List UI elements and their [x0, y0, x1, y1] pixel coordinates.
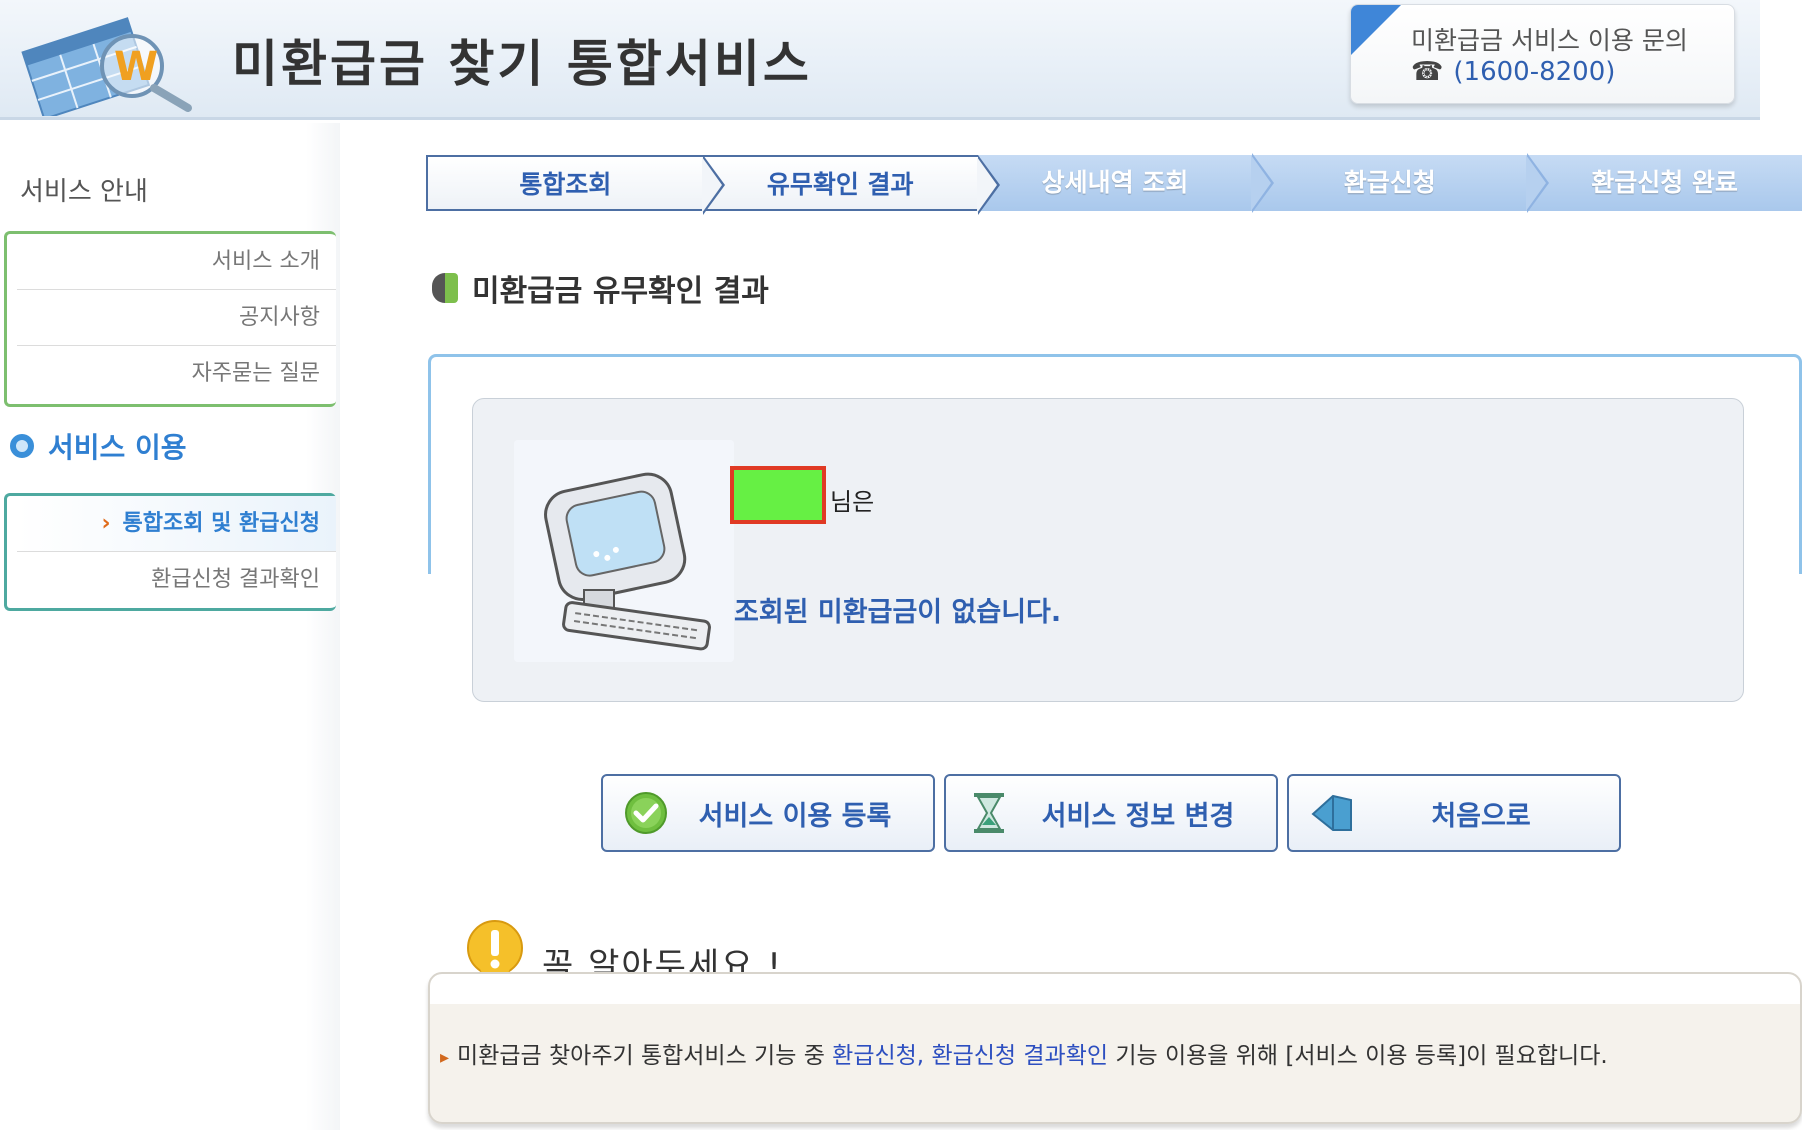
- check-circle-icon: [625, 792, 667, 834]
- step-label: 상세내역 조회: [1041, 168, 1189, 197]
- page-header: W 미환급금 찾기 통합서비스 미환급금 서비스 이용 문의 ☎ (1600-82…: [0, 0, 1760, 120]
- section-title: 미환급금 유무확인 결과: [432, 266, 769, 310]
- ring-bullet-icon: [10, 434, 34, 458]
- service-register-button[interactable]: 서비스 이용 등록: [601, 774, 935, 852]
- step-label: 유무확인 결과: [766, 170, 914, 199]
- step-label: 환급신청 완료: [1591, 168, 1738, 197]
- computer-icon: [514, 440, 734, 662]
- sidebar-item-notice[interactable]: 공지사항: [17, 290, 336, 346]
- sidebar-group-title-use-label: 서비스 이용: [48, 431, 187, 464]
- section-bullet-icon: [432, 273, 458, 303]
- sidebar-item-label: 통합조회 및 환급신청: [122, 511, 320, 536]
- step-existence-result: 유무확인 결과: [702, 155, 1000, 215]
- service-register-label: 서비스 이용 등록: [698, 800, 892, 832]
- step-arrow-inner: [701, 157, 722, 213]
- step-label: 통합조회: [519, 170, 612, 199]
- hourglass-icon: [974, 793, 1004, 833]
- sidebar-item-service-intro[interactable]: 서비스 소개: [17, 234, 336, 290]
- no-result-message: 조회된 미환급금이 없습니다.: [734, 597, 1062, 628]
- progress-steps: 통합조회 유무확인 결과 상세내역 조회 환급신청 환급신청 완료: [426, 153, 1802, 217]
- sidebar-group-title-guide: 서비스 안내: [20, 177, 148, 207]
- notice-text-before: 미환급금 찾아주기 통합서비스 기능 중: [457, 1043, 833, 1069]
- sidebar: 서비스 안내 서비스 소개 공지사항 자주묻는 질문 서비스 이용 › 통합조회 …: [0, 123, 340, 1130]
- contact-phone: ☎ (1600-8200): [1411, 57, 1615, 87]
- service-info-change-button[interactable]: 서비스 정보 변경: [944, 774, 1278, 852]
- section-title-label: 미환급금 유무확인 결과: [472, 274, 769, 309]
- go-home-button[interactable]: 처음으로: [1287, 774, 1621, 852]
- telephone-icon: ☎: [1411, 57, 1444, 87]
- step-integrated-lookup: 통합조회: [426, 155, 725, 215]
- step-detail-lookup: 상세내역 조회: [977, 153, 1275, 213]
- contact-title: 미환급금 서비스 이용 문의: [1411, 26, 1688, 55]
- name-suffix: 님은: [830, 488, 875, 516]
- notice-text-after: 기능 이용을 위해 [서비스 이용 등록]이 필요합니다.: [1108, 1043, 1608, 1069]
- sidebar-group-use: › 통합조회 및 환급신청 환급신청 결과확인: [4, 493, 336, 611]
- notice-text: ▸ 미환급금 찾아주기 통합서비스 기능 중 환급신청, 환급신청 결과확인 기능…: [440, 1036, 1608, 1070]
- svg-text:W: W: [114, 44, 158, 90]
- step-arrow-inner: [976, 157, 997, 213]
- triangle-bullet-icon: ▸: [440, 1047, 450, 1068]
- step-label: 환급신청: [1343, 168, 1436, 197]
- step-arrow-inner: [1251, 155, 1272, 211]
- contact-phone-number: (1600-8200): [1453, 57, 1616, 87]
- step-arrow-inner: [1526, 155, 1547, 211]
- back-arrow-icon: [1311, 794, 1352, 831]
- notice-link-refund-request[interactable]: 환급신청,: [832, 1043, 931, 1069]
- sidebar-item-lookup-refund[interactable]: › 통합조회 및 환급신청: [17, 496, 336, 552]
- service-info-change-label: 서비스 정보 변경: [1041, 800, 1235, 832]
- step-refund-request: 환급신청: [1252, 153, 1550, 213]
- go-home-label: 처음으로: [1431, 800, 1531, 832]
- sidebar-group-guide: 서비스 소개 공지사항 자주묻는 질문: [4, 231, 336, 407]
- redacted-user-name: [730, 466, 826, 524]
- chevron-right-icon: ›: [101, 511, 111, 536]
- site-title: 미환급금 찾기 통합서비스: [232, 35, 812, 93]
- logo-icon[interactable]: W: [20, 4, 210, 116]
- sidebar-group-title-use: 서비스 이용: [10, 426, 187, 466]
- contact-box: 미환급금 서비스 이용 문의 ☎ (1600-8200): [1350, 4, 1735, 104]
- sidebar-item-refund-result[interactable]: 환급신청 결과확인: [17, 552, 336, 608]
- contact-corner-decoration: [1351, 5, 1401, 55]
- step-refund-complete: 환급신청 완료: [1527, 155, 1802, 211]
- sidebar-item-faq[interactable]: 자주묻는 질문: [17, 346, 336, 402]
- notice-link-refund-result[interactable]: 환급신청 결과확인: [931, 1043, 1108, 1069]
